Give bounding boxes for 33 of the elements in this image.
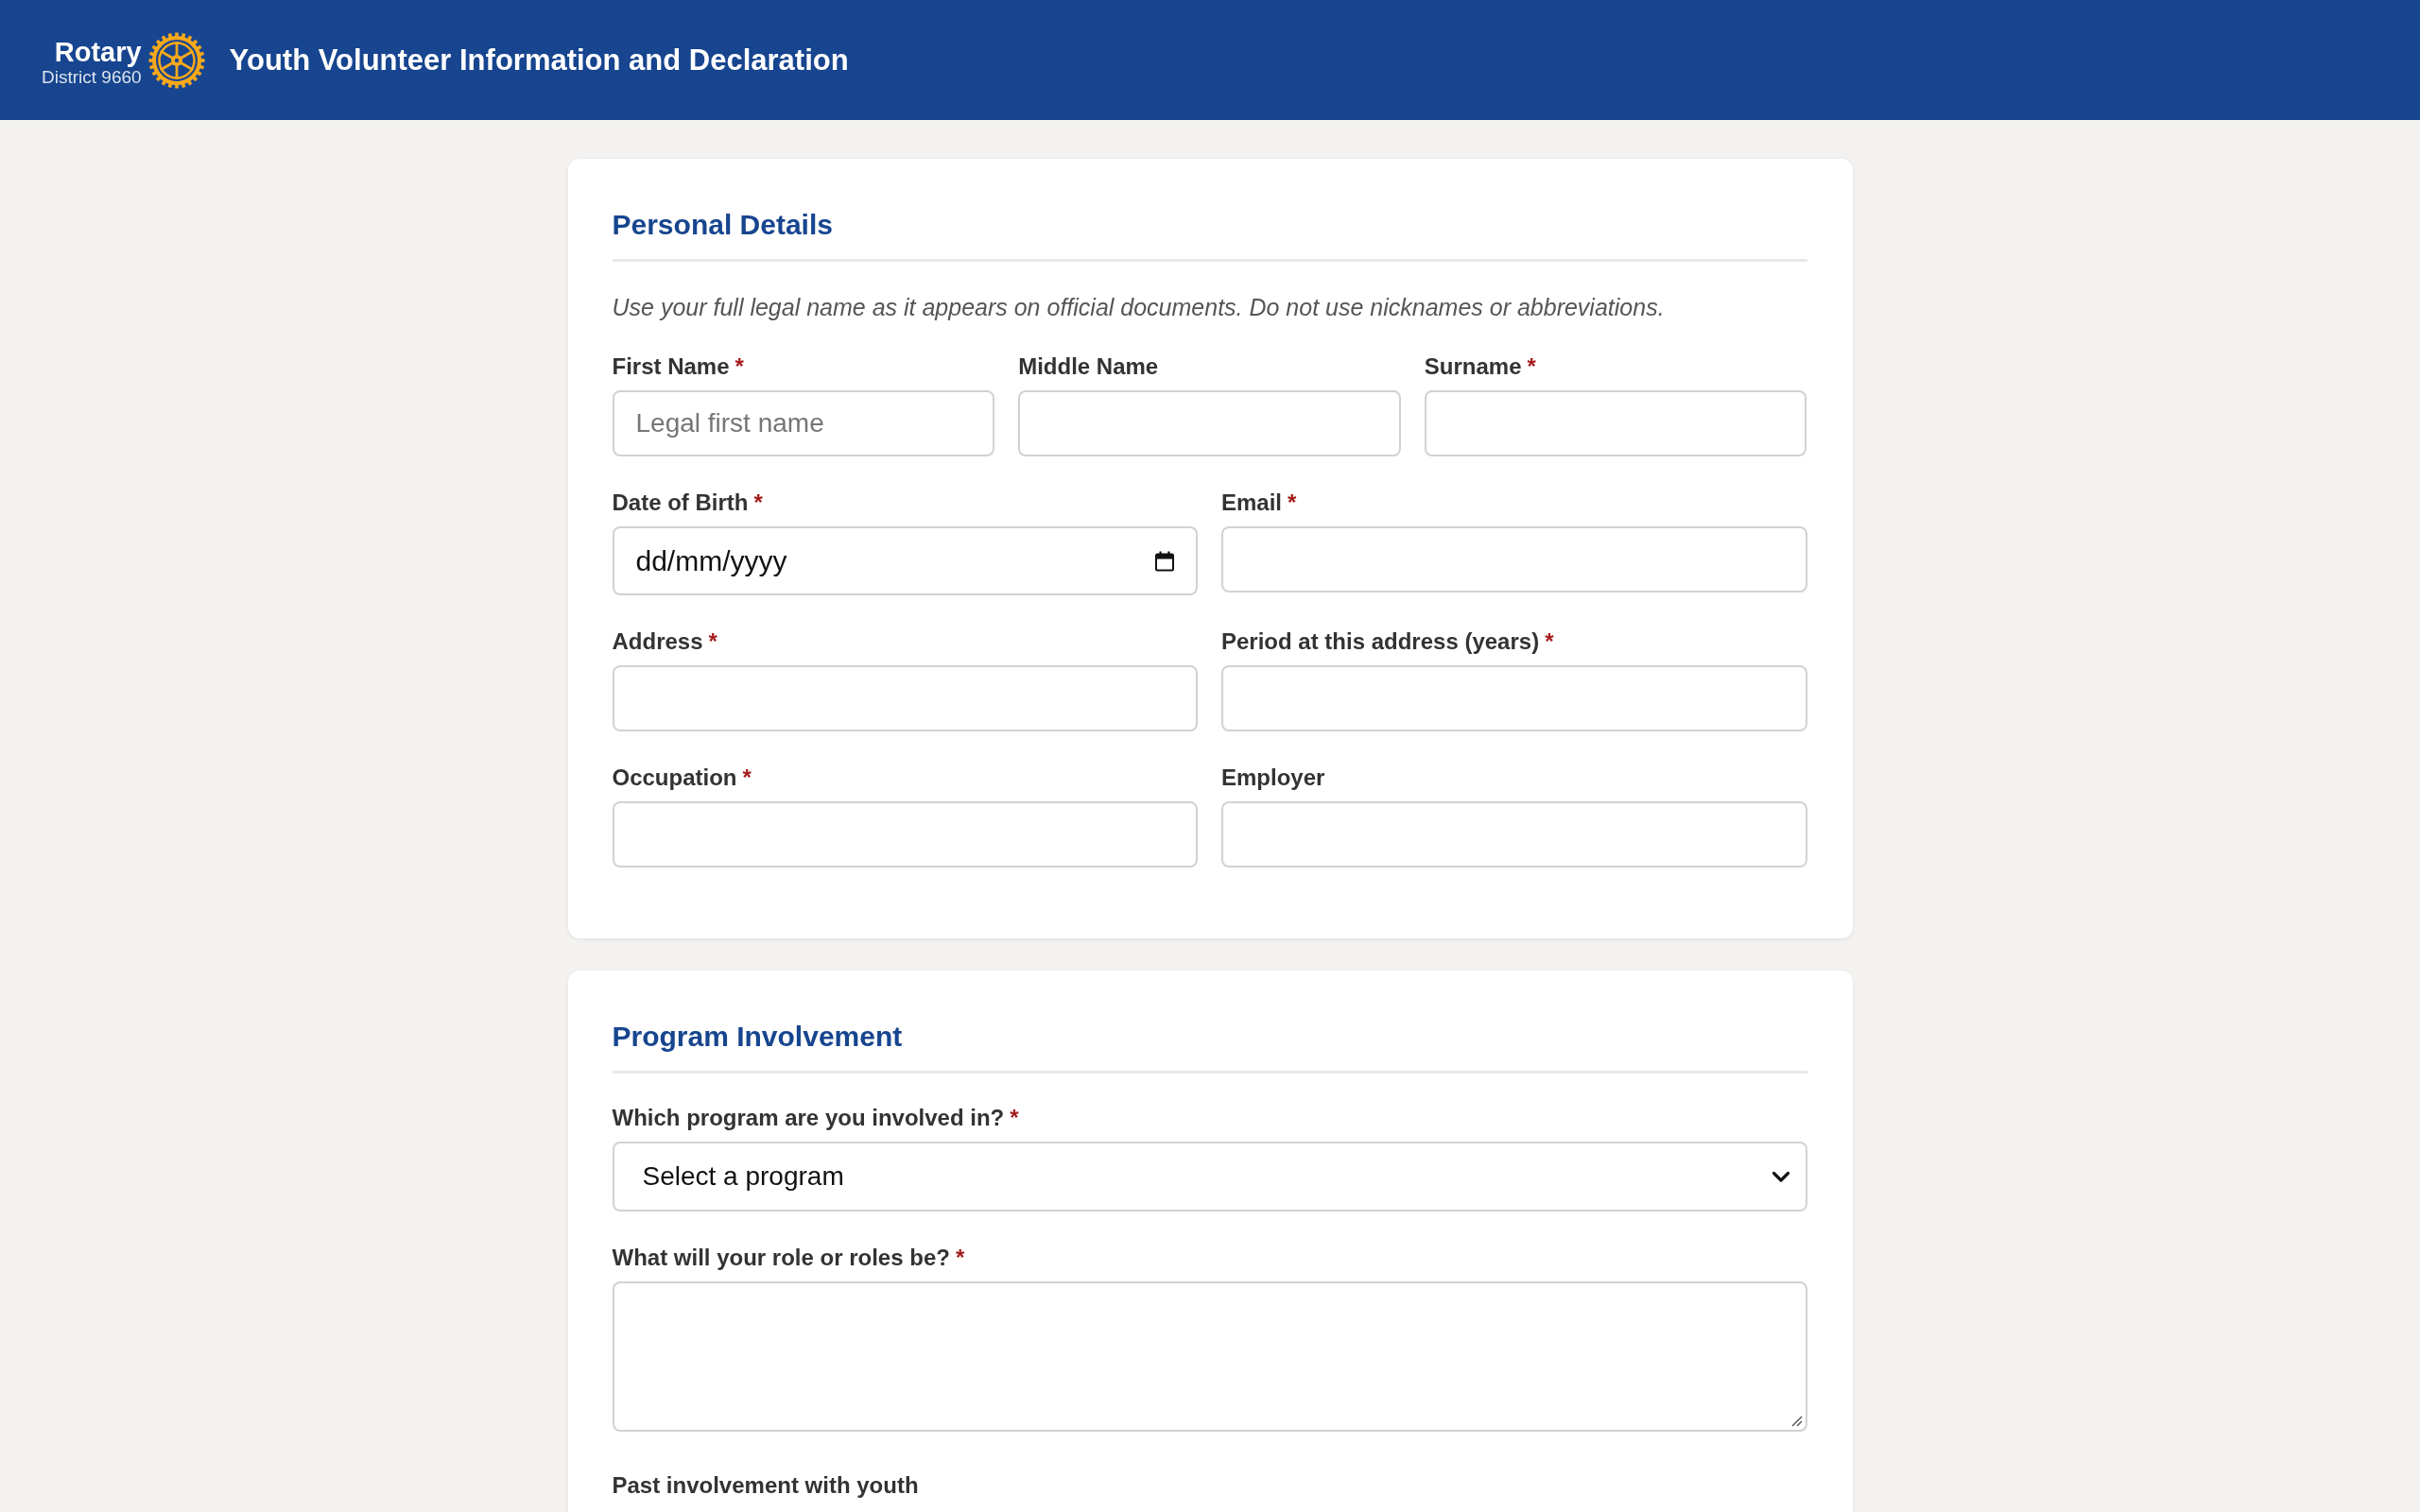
field-label: Email *	[1221, 489, 1297, 517]
input-field[interactable]	[1221, 526, 1807, 593]
field-label: Surname *	[1424, 352, 1536, 381]
instruction-note: Use your full legal name as it appears on official documents. Do not use nicknames or abbreviations.	[612, 293, 1666, 322]
field-label: Which program are you involved in? *	[612, 1104, 1019, 1132]
input-field[interactable]: Legal first name	[612, 390, 995, 456]
page-title: Youth Volunteer Information and Declaration	[229, 42, 849, 78]
input-field[interactable]	[1424, 390, 1807, 456]
field-label: Employer	[1221, 764, 1325, 792]
gear-wheel-icon	[147, 31, 205, 89]
calendar-icon[interactable]	[1154, 550, 1175, 572]
field-label: What will your role or roles be? *	[612, 1244, 965, 1272]
field-label: Date of Birth *	[612, 489, 763, 517]
textarea-field[interactable]	[612, 1281, 1807, 1432]
chevron-down-icon	[1771, 1170, 1790, 1183]
input-field[interactable]	[612, 665, 1198, 731]
date-field[interactable]: dd/mm/yyyy	[612, 526, 1198, 595]
resize-grip-icon[interactable]	[1789, 1415, 1803, 1427]
input-field[interactable]	[1221, 665, 1807, 731]
field-label: Past involvement with youth	[612, 1471, 919, 1500]
logo-wordmark: Rotary	[54, 36, 142, 67]
field-label: First Name *	[612, 352, 744, 381]
field-label: Middle Name	[1018, 352, 1159, 381]
section-heading: Personal Details	[612, 208, 833, 242]
field-label: Period at this address (years) *	[1221, 627, 1554, 656]
input-field[interactable]	[1221, 801, 1807, 868]
district-label: District 9660	[42, 66, 142, 88]
field-label: Occupation *	[612, 764, 752, 792]
field-label: Address *	[612, 627, 717, 656]
program-select[interactable]: Select a program	[612, 1142, 1807, 1211]
section-heading: Program Involvement	[612, 1020, 903, 1054]
input-field[interactable]	[1018, 390, 1401, 456]
input-field[interactable]	[612, 801, 1198, 868]
